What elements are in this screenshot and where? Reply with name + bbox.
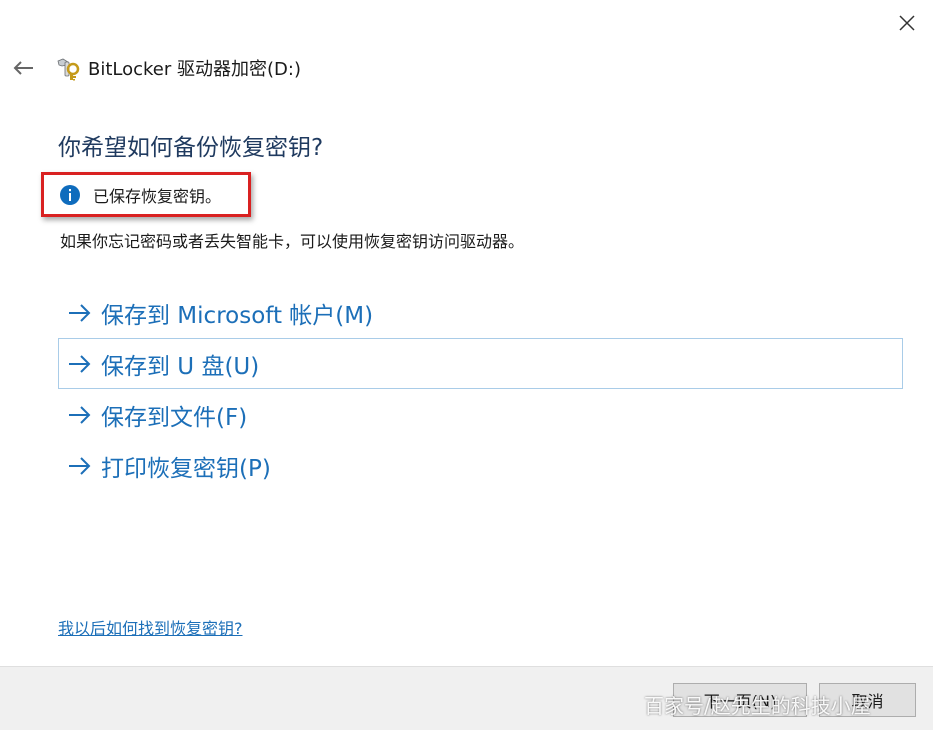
close-button[interactable] — [890, 6, 924, 40]
bitlocker-dialog: BitLocker 驱动器加密(D:) 你希望如何备份恢复密钥? 已保存恢复密钥… — [0, 0, 933, 730]
help-link[interactable]: 我以后如何找到恢复密钥? — [58, 615, 243, 639]
option-save-file[interactable]: 保存到文件(F) — [58, 389, 903, 440]
backup-options-list: 保存到 Microsoft 帐户(M) 保存到 U 盘(U) 保存到文件(F) … — [58, 287, 903, 491]
option-print-recovery-key[interactable]: 打印恢复密钥(P) — [58, 440, 903, 491]
bitlocker-key-icon — [57, 58, 80, 81]
status-notice: 已保存恢复密钥。 — [41, 172, 251, 217]
next-button[interactable]: 下一页(N) — [673, 683, 807, 717]
page-title: 你希望如何备份恢复密钥? — [58, 135, 324, 161]
status-text: 已保存恢复密钥。 — [93, 186, 222, 206]
description-text: 如果你忘记密码或者丢失智能卡，可以使用恢复密钥访问驱动器。 — [60, 232, 525, 251]
option-label: 保存到 U 盘(U) — [101, 353, 260, 380]
title-bar: BitLocker 驱动器加密(D:) — [54, 54, 301, 82]
option-save-microsoft-account[interactable]: 保存到 Microsoft 帐户(M) — [58, 287, 903, 338]
cancel-button[interactable]: 取消 — [819, 683, 916, 717]
back-button[interactable] — [8, 54, 38, 82]
footer-bar: 下一页(N) 取消 — [0, 666, 933, 730]
close-icon — [899, 15, 915, 31]
arrow-right-icon — [69, 456, 91, 475]
option-label: 打印恢复密钥(P) — [101, 455, 271, 482]
arrow-left-icon — [13, 61, 33, 75]
arrow-right-icon — [69, 303, 91, 322]
option-label: 保存到 Microsoft 帐户(M) — [101, 302, 374, 329]
arrow-right-icon — [69, 405, 91, 424]
window-title: BitLocker 驱动器加密(D:) — [88, 59, 301, 80]
option-save-usb[interactable]: 保存到 U 盘(U) — [58, 338, 903, 389]
info-icon — [60, 184, 80, 205]
option-label: 保存到文件(F) — [101, 404, 248, 431]
arrow-right-icon — [69, 354, 91, 373]
